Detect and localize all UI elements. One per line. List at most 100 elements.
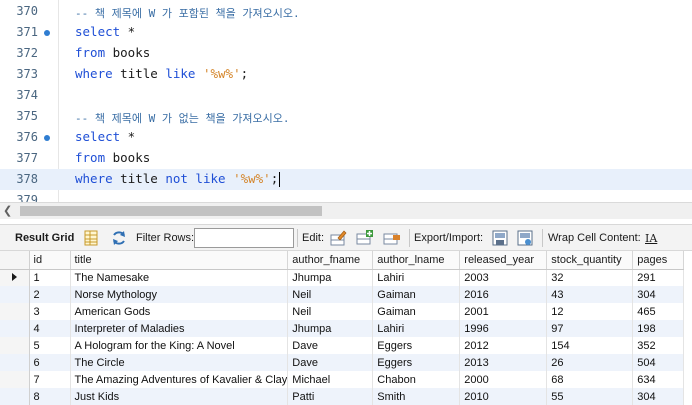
table-cell-pages[interactable]: 504 [632,354,685,371]
statement-marker-icon[interactable] [44,30,50,36]
table-cell-stock_quantity[interactable]: 26 [546,354,634,371]
table-cell-author_fname[interactable]: Neil [287,303,374,320]
table-cell-stock_quantity[interactable]: 154 [546,337,634,354]
table-cell-pages[interactable]: 291 [632,269,685,286]
table-cell-pages[interactable]: 304 [632,388,685,405]
table-cell-released_year[interactable]: 2000 [459,371,548,388]
refresh-icon[interactable] [110,229,128,247]
code-line[interactable]: 375 -- 책 제목에 W 가 없는 책을 가져오시오. [0,106,692,127]
table-cell-released_year[interactable]: 2010 [459,388,548,405]
column-header-author_lname[interactable]: author_lname [372,251,461,270]
row-selector[interactable] [0,269,30,286]
table-row[interactable]: 2 Norse Mythology Neil Gaiman 2016 43 304 [0,286,685,303]
grid-view-icon[interactable] [82,229,100,247]
result-grid-tab[interactable]: Result Grid [15,232,74,244]
table-cell-author_fname[interactable]: Patti [287,388,374,405]
table-cell-released_year[interactable]: 2003 [459,269,548,286]
row-selector[interactable] [0,388,30,405]
scrollbar-thumb[interactable] [20,206,322,216]
sql-editor[interactable]: 370 -- 책 제목에 W 가 포함된 책을 가져오시오. 371 select *… [0,0,692,202]
code-line[interactable]: 378 where title not like '%w%'; [0,169,692,190]
code-line[interactable]: 370 -- 책 제목에 W 가 포함된 책을 가져오시오. [0,1,692,22]
code-line[interactable]: 371 select * [0,22,692,43]
table-cell-title[interactable]: Norse Mythology [70,286,289,303]
table-cell-stock_quantity[interactable]: 32 [546,269,634,286]
table-cell-stock_quantity[interactable]: 12 [546,303,634,320]
table-cell-stock_quantity[interactable]: 68 [546,371,634,388]
table-cell-title[interactable]: The Namesake [70,269,289,286]
table-cell-title[interactable]: Just Kids [70,388,289,405]
table-row[interactable]: 8 Just Kids Patti Smith 2010 55 304 [0,388,685,405]
scroll-left-icon[interactable]: ❮ [3,204,12,217]
table-cell-author_fname[interactable]: Michael [287,371,374,388]
table-cell-id[interactable]: 6 [29,354,71,371]
table-cell-author_fname[interactable]: Dave [287,337,374,354]
table-row[interactable]: 7 The Amazing Adventures of Kavalier & Cl… [0,371,685,388]
table-row[interactable]: 5A Hologram for the King: A Novel Dave Egg… [0,337,685,354]
table-cell-title[interactable]: American Gods [70,303,289,320]
table-row[interactable]: 1 The Namesake Jhumpa Lahiri 2003 32 291 [0,269,685,286]
table-cell-author_lname[interactable]: Eggers [372,354,461,371]
statement-marker-icon[interactable] [44,135,50,141]
table-cell-released_year[interactable]: 2001 [459,303,548,320]
table-cell-author_fname[interactable]: Dave [287,354,374,371]
column-header-stock_quantity[interactable]: stock_quantity [546,251,634,270]
table-cell-title[interactable]: Interpreter of Maladies [70,320,289,337]
table-cell-released_year[interactable]: 2016 [459,286,548,303]
row-selector[interactable] [0,354,30,371]
row-selector[interactable] [0,320,30,337]
table-cell-pages[interactable]: 198 [632,320,685,337]
code-line[interactable]: 377 from books [0,148,692,169]
table-cell-stock_quantity[interactable]: 55 [546,388,634,405]
edit-row-icon[interactable] [329,229,347,247]
table-cell-pages[interactable]: 352 [632,337,685,354]
table-cell-author_fname[interactable]: Jhumpa [287,269,374,286]
table-cell-id[interactable]: 5 [29,337,71,354]
delete-row-icon[interactable] [383,229,401,247]
table-row[interactable]: 4 Interpreter of Maladies Jhumpa Lahiri 1996… [0,320,685,337]
table-row[interactable]: 3 American Gods Neil Gaiman 2001 12 465 [0,303,685,320]
code-line[interactable]: 376 select * [0,127,692,148]
table-cell-title[interactable]: The Circle [70,354,289,371]
table-cell-author_lname[interactable]: Smith [372,388,461,405]
column-header-title[interactable]: title [70,251,289,270]
table-cell-title[interactable]: A Hologram for the King: A Novel [70,337,289,354]
table-cell-stock_quantity[interactable]: 97 [546,320,634,337]
table-cell-pages[interactable]: 634 [632,371,685,388]
table-cell-stock_quantity[interactable]: 43 [546,286,634,303]
table-cell-title[interactable]: The Amazing Adventures of Kavalier & Cla… [70,371,289,388]
table-cell-author_fname[interactable]: Jhumpa [287,320,374,337]
code-line[interactable]: 374 [0,85,692,106]
table-cell-released_year[interactable]: 1996 [459,320,548,337]
table-cell-author_lname[interactable]: Lahiri [372,269,461,286]
add-row-icon[interactable] [356,229,374,247]
table-cell-author_lname[interactable]: Gaiman [372,286,461,303]
column-header-pages[interactable]: pages [632,251,685,270]
column-header-author_fname[interactable]: author_fname [287,251,374,270]
import-icon[interactable] [516,229,534,247]
filter-rows-input[interactable] [194,228,294,248]
table-cell-pages[interactable]: 465 [632,303,685,320]
table-cell-author_fname[interactable]: Neil [287,286,374,303]
code-line[interactable]: 372 from books [0,43,692,64]
row-selector[interactable] [0,337,30,354]
table-cell-id[interactable]: 8 [29,388,71,405]
column-header-released_year[interactable]: released_year [459,251,548,270]
table-cell-id[interactable]: 4 [29,320,71,337]
table-cell-id[interactable]: 2 [29,286,71,303]
row-selector[interactable] [0,286,30,303]
export-icon[interactable] [491,229,509,247]
column-header-id[interactable]: id [29,251,71,270]
table-cell-author_lname[interactable]: Eggers [372,337,461,354]
wrap-cell-icon[interactable]: IA [645,232,657,245]
table-cell-author_lname[interactable]: Lahiri [372,320,461,337]
table-cell-id[interactable]: 1 [29,269,71,286]
table-row[interactable]: 6 The Circle Dave Eggers 2013 26 504 [0,354,685,371]
table-cell-released_year[interactable]: 2013 [459,354,548,371]
table-cell-id[interactable]: 7 [29,371,71,388]
table-cell-author_lname[interactable]: Gaiman [372,303,461,320]
table-cell-pages[interactable]: 304 [632,286,685,303]
code-line[interactable]: 379 [0,190,692,202]
code-line[interactable]: 373 where title like '%w%'; [0,64,692,85]
result-grid[interactable]: id title author_fname author_lname released_… [0,251,692,405]
